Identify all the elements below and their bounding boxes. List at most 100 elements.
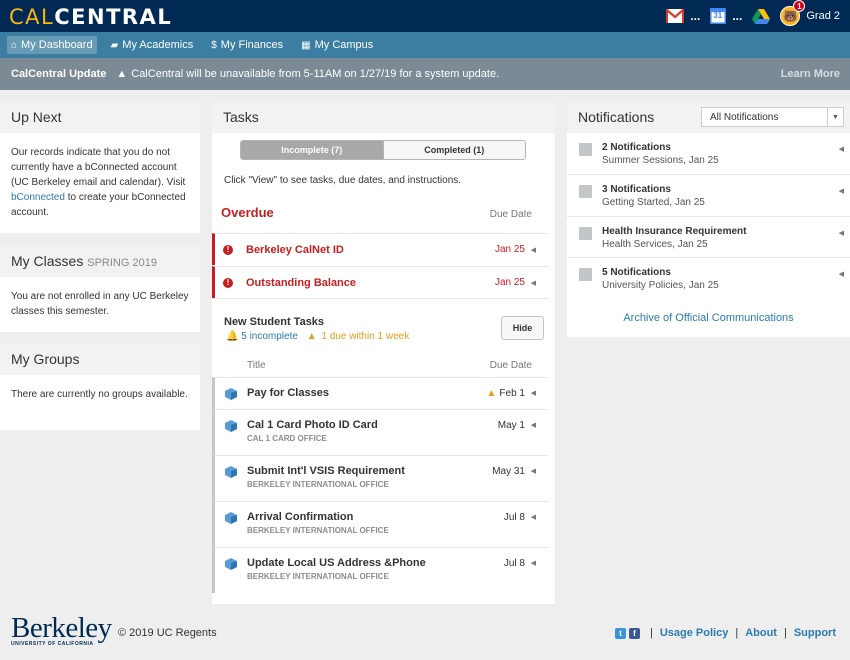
logo-cal-text: CAL — [9, 5, 55, 29]
gmail-launcher[interactable]: ... — [666, 0, 700, 32]
task-row[interactable]: Pay for Classes ▲ Feb 1 ◀ — [212, 377, 548, 409]
task-row[interactable]: Arrival Confirmation BERKELEY INTERNATION… — [212, 501, 548, 547]
nav-my-campus[interactable]: ▦ My Campus — [297, 36, 377, 54]
task-due: Jul 8 — [503, 512, 525, 523]
incomplete-count: 5 incomplete — [241, 331, 298, 342]
user-menu[interactable]: 🐻 1 Grad 2 — [780, 0, 840, 26]
cube-icon — [225, 420, 237, 432]
notifications-filter-select[interactable]: All Notifications ▼ — [701, 107, 844, 127]
chevron-down-icon: ▼ — [827, 108, 843, 126]
bconnected-link[interactable]: bConnected — [11, 192, 65, 203]
notification-count-badge: 1 — [793, 0, 806, 12]
notifications-list: 2 Notifications Summer Sessions, Jan 25 … — [567, 133, 850, 301]
main-nav: ⌂ My Dashboard ▰ My Academics $ My Finances… — [0, 32, 850, 58]
nav-label: My Campus — [314, 39, 374, 51]
footer-links: t f | Usage Policy | About | Support — [615, 627, 836, 639]
due-date-header: Due Date — [489, 209, 532, 220]
gmail-more[interactable]: ... — [690, 9, 700, 23]
task-main: Pay for Classes — [247, 387, 329, 399]
learn-more-link[interactable]: Learn More — [781, 68, 840, 80]
my-classes-card: My Classes SPRING 2019 You are not enrol… — [0, 246, 200, 332]
support-link[interactable]: Support — [794, 627, 836, 639]
grid-icon: ▦ — [301, 39, 311, 51]
notification-item[interactable]: 2 Notifications Summer Sessions, Jan 25 … — [567, 133, 850, 174]
hide-button[interactable]: Hide — [501, 316, 544, 340]
calendar-day: 31 — [713, 11, 723, 20]
archive-link[interactable]: Archive of Official Communications — [567, 312, 850, 324]
about-link[interactable]: About — [745, 627, 777, 639]
overdue-task-row[interactable]: ! Berkeley CalNet ID Jan 25 ◀ — [212, 233, 548, 265]
up-next-card: Up Next Our records indicate that you do… — [0, 102, 200, 233]
copyright: © 2019 UC Regents — [118, 627, 217, 639]
message-icon — [579, 185, 592, 198]
task-filter-tabs: Incomplete (7) Completed (1) — [240, 140, 526, 160]
notification-source: Getting Started, Jan 25 — [602, 197, 705, 208]
berkeley-wordmark: Berkeley — [11, 612, 112, 644]
calendar-launcher[interactable]: 31 ... — [710, 0, 742, 32]
tasks-card: Tasks Incomplete (7) Completed (1) Click… — [212, 102, 555, 604]
title-column-header: Title — [247, 360, 266, 371]
task-main: Arrival Confirmation BERKELEY INTERNATION… — [247, 511, 389, 535]
task-row[interactable]: Update Local US Address &Phone BERKELEY I… — [212, 547, 548, 593]
task-title: Berkeley CalNet ID — [246, 243, 344, 256]
task-title: Pay for Classes — [247, 387, 329, 399]
drive-icon — [752, 8, 771, 24]
notifications-title: Notifications — [578, 109, 655, 125]
drive-launcher[interactable] — [752, 0, 771, 32]
divider — [212, 298, 548, 299]
notification-title: Health Insurance Requirement — [602, 226, 747, 237]
task-title: Arrival Confirmation — [247, 511, 354, 523]
caret-left-icon: ◀ — [530, 468, 536, 475]
caret-left-icon: ◀ — [838, 146, 844, 153]
overdue-task-row[interactable]: ! Outstanding Balance Jan 25 ◀ — [212, 266, 548, 298]
classes-text: You are not enrolled in any UC Berkeley … — [11, 291, 189, 317]
notification-source: University Policies, Jan 25 — [602, 280, 719, 291]
task-due: May 31 — [492, 466, 525, 477]
twitter-icon[interactable]: t — [615, 627, 626, 639]
berkeley-logo[interactable]: Berkeley UNIVERSITY OF CALIFORNIA — [11, 612, 112, 648]
caret-left-icon: ◀ — [838, 271, 844, 278]
notification-item[interactable]: 3 Notifications Getting Started, Jan 25 … — [567, 174, 850, 215]
calendar-more[interactable]: ... — [732, 9, 742, 23]
facebook-icon[interactable]: f — [629, 627, 640, 639]
notifications-card: Notifications All Notifications ▼ 2 Noti… — [567, 102, 850, 337]
task-row[interactable]: Submit Int'l VSIS Requirement BERKELEY IN… — [212, 455, 548, 501]
new-student-tasks-heading: New Student Tasks — [224, 316, 325, 328]
usage-policy-link[interactable]: Usage Policy — [660, 627, 728, 639]
caret-left-icon: ◀ — [530, 422, 536, 429]
separator: | — [650, 627, 653, 639]
task-row[interactable]: Cal 1 Card Photo ID Card CAL 1 CARD OFFIC… — [212, 409, 548, 455]
dollar-icon: $ — [211, 39, 217, 51]
gmail-icon — [666, 9, 685, 23]
notification-item[interactable]: Health Insurance Requirement Health Serv… — [567, 216, 850, 257]
message-icon — [579, 227, 592, 240]
notification-title: 2 Notifications — [602, 142, 671, 153]
caret-left-icon: ◀ — [530, 279, 536, 287]
notification-title: 3 Notifications — [602, 184, 671, 195]
tasks-instructions: Click "View" to see tasks, due dates, an… — [224, 175, 462, 186]
nav-my-dashboard[interactable]: ⌂ My Dashboard — [7, 36, 97, 54]
task-title: Submit Int'l VSIS Requirement — [247, 465, 405, 477]
calcentral-logo[interactable]: CALCENTRAL — [9, 5, 172, 29]
task-office: BERKELEY INTERNATIONAL OFFICE — [247, 480, 389, 489]
notification-source: Health Services, Jan 25 — [602, 239, 708, 250]
caret-left-icon: ◀ — [530, 390, 536, 397]
alert-circle-icon: ! — [223, 244, 233, 255]
task-due: May 1 — [497, 420, 525, 431]
nav-my-finances[interactable]: $ My Finances — [207, 36, 287, 54]
due-date-column-header: Due Date — [489, 360, 532, 371]
user-name: Grad 2 — [806, 10, 840, 22]
tab-completed[interactable]: Completed (1) — [382, 141, 525, 159]
nav-label: My Dashboard — [21, 39, 93, 51]
new-student-stats: 🔔 5 incomplete ▲ 1 due within 1 week — [226, 331, 409, 342]
notification-title: 5 Notifications — [602, 267, 671, 278]
alert-circle-icon: ! — [223, 277, 233, 288]
cube-icon — [225, 388, 237, 400]
tab-incomplete[interactable]: Incomplete (7) — [241, 141, 383, 159]
filter-value: All Notifications — [710, 111, 779, 123]
task-main: Update Local US Address &Phone BERKELEY I… — [247, 557, 426, 581]
cube-icon — [225, 558, 237, 570]
notification-item[interactable]: 5 Notifications University Policies, Jan… — [567, 257, 850, 298]
nav-my-academics[interactable]: ▰ My Academics — [107, 36, 198, 54]
classes-term: SPRING 2019 — [87, 257, 157, 269]
